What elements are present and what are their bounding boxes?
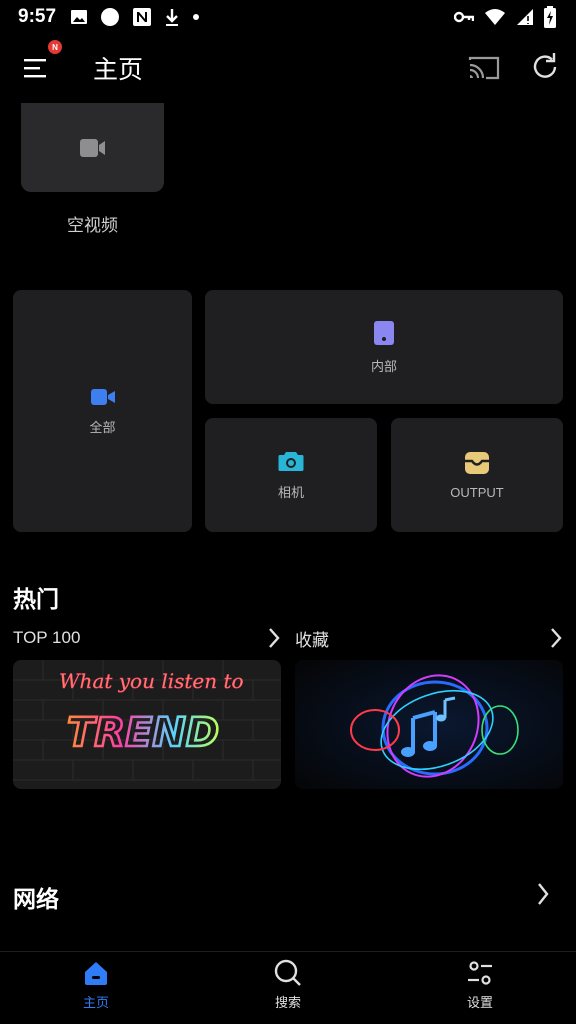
category-output-label: OUTPUT — [450, 484, 504, 500]
home-icon — [85, 962, 107, 985]
category-camera-label: 相机 — [277, 484, 304, 500]
camera-icon — [278, 451, 304, 471]
empty-video-label: 空视频 — [67, 216, 118, 236]
refresh-icon — [533, 53, 557, 78]
favorites-header[interactable]: 收藏 — [295, 625, 563, 651]
chevron-right-icon[interactable] — [536, 882, 550, 906]
category-internal-label: 内部 — [370, 358, 397, 374]
category-all-tile[interactable]: 全部 — [13, 290, 192, 532]
page-title: 主页 — [93, 55, 144, 84]
empty-video-card[interactable] — [21, 103, 164, 192]
chevron-right-icon — [551, 628, 562, 648]
cover-line2: TREND — [67, 710, 219, 756]
status-bar: 9:57 — [0, 0, 576, 34]
video-camera-icon — [90, 388, 115, 405]
category-camera-tile[interactable]: 相机 — [205, 418, 377, 532]
bottom-nav: 主页 搜索 设置 — [0, 951, 576, 1024]
refresh-button[interactable] — [528, 50, 562, 84]
battery-charging-icon — [544, 6, 556, 28]
status-time: 9:57 — [18, 6, 57, 27]
notification-badge: N — [48, 40, 62, 54]
top100-cover[interactable]: What you listen to TREND — [13, 660, 281, 789]
top100-cover-art: What you listen to TREND — [13, 660, 281, 789]
category-all-label: 全部 — [89, 419, 116, 435]
top100-header[interactable]: TOP 100 — [13, 625, 281, 651]
key-icon — [454, 11, 474, 23]
phone-icon — [374, 320, 394, 345]
hot-section-title: 热门 — [13, 587, 59, 613]
circle-icon — [101, 8, 120, 26]
news-icon — [133, 8, 152, 26]
category-output-tile[interactable]: OUTPUT — [391, 418, 563, 532]
menu-icon — [24, 59, 46, 78]
cover-line1: What you listen to — [59, 669, 244, 693]
nav-search[interactable]: 搜索 — [228, 958, 348, 1011]
app-bar: N 主页 — [0, 36, 576, 100]
settings-sliders-icon — [468, 961, 492, 985]
chevron-right-icon — [269, 628, 280, 648]
dot-icon — [193, 14, 200, 20]
video-camera-icon — [79, 138, 105, 157]
nav-search-label: 搜索 — [274, 996, 301, 1011]
download-icon — [166, 9, 179, 26]
nav-home[interactable]: 主页 — [36, 958, 156, 1011]
category-internal-tile[interactable]: 内部 — [205, 290, 563, 404]
favorites-label: 收藏 — [295, 630, 329, 650]
image-icon — [71, 10, 88, 24]
nav-settings[interactable]: 设置 — [420, 958, 540, 1011]
top100-label: TOP 100 — [13, 628, 81, 647]
nav-settings-label: 设置 — [466, 996, 493, 1011]
tray-icon — [465, 451, 489, 474]
nav-home-label: 主页 — [82, 996, 109, 1011]
signal-icon — [517, 9, 533, 25]
wifi-icon — [485, 9, 505, 25]
favorites-cover-art — [295, 660, 563, 789]
network-section-title: 网络 — [13, 887, 59, 913]
cast-button[interactable] — [466, 50, 502, 86]
cast-icon — [468, 56, 500, 80]
favorites-cover[interactable] — [295, 660, 563, 789]
search-icon — [274, 959, 301, 986]
menu-button[interactable] — [18, 48, 58, 88]
